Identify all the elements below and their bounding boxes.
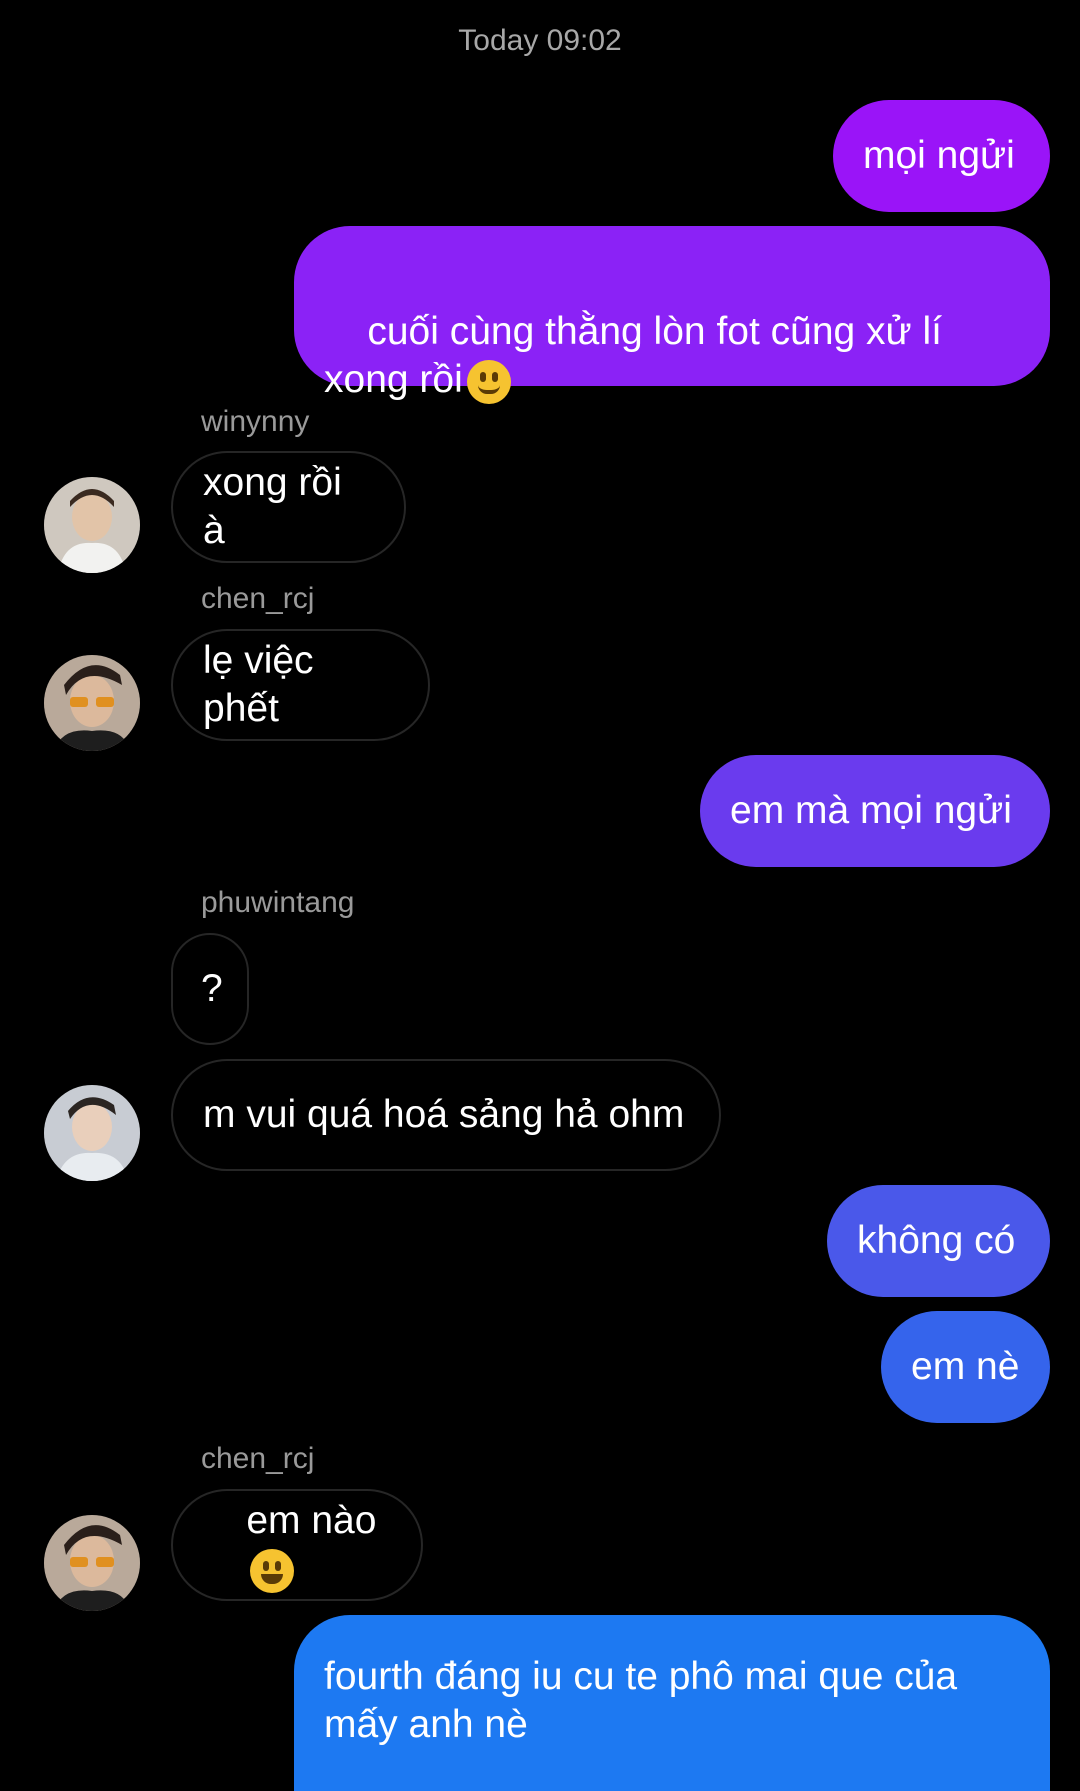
avatar-image	[44, 1515, 140, 1611]
message-text: em nào	[246, 1499, 377, 1542]
incoming-message[interactable]: em nào	[171, 1489, 423, 1601]
timestamp: Today 09:02	[458, 24, 622, 57]
sender-name: chen_rcj	[201, 582, 315, 615]
sender-name: phuwintang	[201, 886, 355, 919]
slightly-smiling-face-icon	[466, 359, 511, 404]
incoming-message[interactable]: ?	[171, 933, 249, 1045]
incoming-message[interactable]: xong rồi à	[171, 451, 406, 563]
message-text: em mà mọi ngửi	[730, 789, 1012, 832]
message-text: xong rồi à	[203, 461, 353, 552]
outgoing-message[interactable]: mọi ngửi	[833, 100, 1050, 212]
sender-name: winynny	[201, 405, 310, 438]
outgoing-message[interactable]: em nè	[881, 1311, 1050, 1423]
outgoing-message[interactable]: cuối cùng thằng lòn fot cũng xử lí xong …	[294, 226, 1050, 404]
message-text: ?	[201, 967, 223, 1010]
avatar[interactable]	[44, 1085, 140, 1181]
outgoing-message[interactable]: em mà mọi ngửi	[700, 755, 1050, 867]
incoming-message[interactable]: m vui quá hoá sảng hả ohm	[171, 1059, 721, 1171]
grinning-face-icon	[250, 1548, 295, 1593]
message-text: mọi ngửi	[863, 134, 1015, 177]
outgoing-message[interactable]: không có	[827, 1185, 1050, 1297]
avatar-image	[44, 655, 140, 751]
message-text: cuối cùng thằng lòn fot cũng xử lí xong …	[324, 310, 953, 401]
avatar-image	[44, 477, 140, 573]
message-text: không có	[857, 1219, 1016, 1262]
outgoing-message[interactable]: fourth đáng iu cu te phô mai que của mấy…	[294, 1615, 1050, 1791]
message-text: m vui quá hoá sảng hả ohm	[203, 1093, 685, 1136]
avatar-image	[44, 1085, 140, 1181]
avatar[interactable]	[44, 477, 140, 573]
avatar[interactable]	[44, 1515, 140, 1611]
avatar[interactable]	[44, 655, 140, 751]
message-text: lẹ việc phết	[203, 639, 325, 730]
message-text: fourth đáng iu cu te phô mai que của mấy…	[324, 1655, 968, 1746]
message-text: em nè	[911, 1345, 1020, 1388]
incoming-message[interactable]: lẹ việc phết	[171, 629, 430, 741]
